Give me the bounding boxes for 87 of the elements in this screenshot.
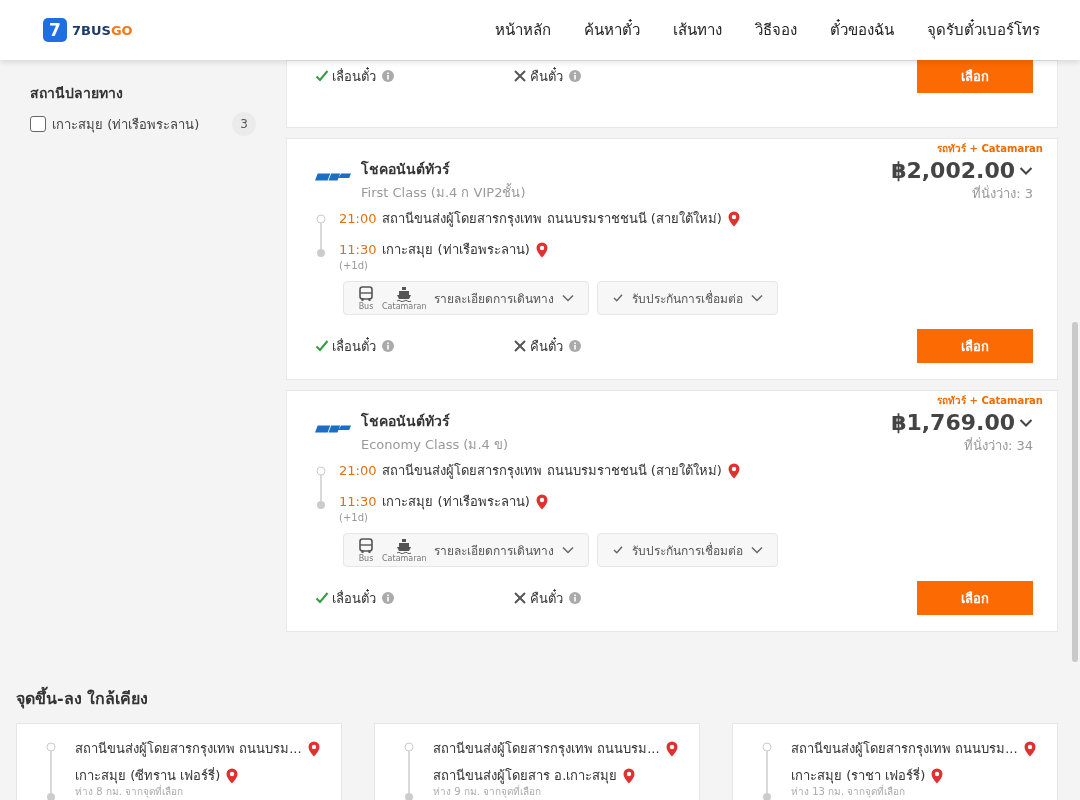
day-offset: (+1d) xyxy=(339,512,369,523)
nav-link[interactable]: ค้นหาตั๋ว xyxy=(584,18,640,42)
map-pin-icon[interactable] xyxy=(623,767,636,784)
route-tag: รถทัวร์ + Catamaran xyxy=(315,141,1043,156)
map-pin-icon[interactable] xyxy=(226,767,239,784)
price: ฿2,002.00 xyxy=(891,158,1015,183)
seats-available: ที่นั่งว่าง: 34 xyxy=(962,436,1033,455)
arrival-station: เกาะสมุย (ท่าเรือพระลาน) xyxy=(382,241,530,260)
connection-guarantee-button[interactable]: รับประกันการเชื่อมต่อ xyxy=(597,533,779,567)
policy-label: เลื่อนตั๋ว xyxy=(332,588,376,608)
chevron-down-icon xyxy=(751,546,764,554)
boat-icon xyxy=(396,537,413,554)
filter-title: สถานีปลายทาง xyxy=(30,84,124,103)
bus-icon xyxy=(358,285,374,302)
map-pin-icon[interactable] xyxy=(727,462,740,479)
boat-icon xyxy=(396,285,413,302)
seat-class: First Class (ม.4 ก VIP2ชั้น) xyxy=(361,182,527,202)
operator-name: โชคอนันต์ทัวร์ xyxy=(361,411,451,431)
timeline-drawing xyxy=(403,742,415,800)
destination-station: เกาะสมุย (ราชา เฟอร์รี่) xyxy=(791,766,926,784)
distance-note: ห่าง 13 กม. จากจุดที่เลือก xyxy=(791,786,907,798)
connection-guarantee-button[interactable]: รับประกันการเชื่อมต่อ xyxy=(597,281,779,315)
seat-class: Economy Class (ม.4 ข) xyxy=(361,436,509,454)
logo-icon[interactable]: 7 xyxy=(43,18,67,42)
policy-label: คืนตั๋ว xyxy=(530,66,563,86)
nav-link[interactable]: หน้าหลัก xyxy=(495,18,551,42)
check-icon xyxy=(612,294,625,302)
map-pin-icon[interactable] xyxy=(931,767,944,784)
mode-label: Bus xyxy=(358,301,374,311)
nav-link[interactable]: วิธีจอง xyxy=(755,18,797,42)
timeline-drawing xyxy=(761,742,773,800)
count-badge: 3 xyxy=(232,112,256,136)
origin-station: สถานีขนส่งผู้โดยสารกรุงเทพ ถนนบรม... xyxy=(75,740,302,759)
policy-label: เลื่อนตั๋ว xyxy=(332,336,376,356)
departure-station: สถานีขนส่งผู้โดยสารกรุงเทพ ถนนบรมราชชนนี (สายใต้ใหม่) xyxy=(382,462,722,481)
policy-label: คืนตั๋ว xyxy=(530,588,563,608)
destination-station: สถานีขนส่งผู้โดยสาร อ.เกาะสมุย xyxy=(433,767,618,785)
arrival-time: 11:30 xyxy=(339,242,377,257)
seats-available: ที่นั่งว่าง: 3 xyxy=(971,184,1033,203)
chevron-down-icon[interactable] xyxy=(1019,417,1033,428)
departure-time: 21:00 xyxy=(339,463,377,478)
origin-station: สถานีขนส่งผู้โดยสารกรุงเทพ ถนนบรม... xyxy=(791,740,1018,759)
timeline-drawing xyxy=(315,466,327,510)
departure-station: สถานีขนส่งผู้โดยสารกรุงเทพ ถนนบรมราชชนนี (สายใต้ใหม่) xyxy=(382,210,722,229)
operator-name: โชคอนันต์ทัวร์ xyxy=(361,159,451,179)
timeline-drawing xyxy=(315,214,327,258)
chevron-down-icon xyxy=(751,294,764,302)
map-pin-icon[interactable] xyxy=(727,210,740,227)
map-pin-icon[interactable] xyxy=(665,740,678,757)
destination-station: เกาะสมุย (ซีทราน เฟอร์รี่) xyxy=(75,766,221,784)
operator-logo-icon xyxy=(315,422,351,436)
chevron-down-icon[interactable] xyxy=(1019,165,1033,176)
map-pin-icon[interactable] xyxy=(307,740,320,757)
distance-note: ห่าง 8 กม. จากจุดที่เลือก xyxy=(75,786,185,798)
checkbox[interactable] xyxy=(30,116,46,132)
departure-time: 21:00 xyxy=(339,211,377,226)
chevron-down-icon xyxy=(562,294,575,302)
route-tag: รถทัวร์ + Catamaran xyxy=(315,393,1043,408)
nav-link[interactable]: ตั๋วของฉัน xyxy=(830,18,894,42)
day-offset: (+1d) xyxy=(339,260,369,271)
chevron-down-icon xyxy=(562,546,575,554)
mode-label: Catamaran xyxy=(382,301,427,311)
arrival-time: 11:30 xyxy=(339,494,377,509)
nearby-card[interactable]: สถานีขนส่งผู้โดยสารกรุงเทพ ถนนบรม... เกาะสมุย (ซีทราน เฟอร์รี่) ห่าง 8 กม. จากจุดที่เลือก xyxy=(16,723,342,800)
section-title: จุดขึ้น-ลง ใกล้เคียง xyxy=(16,686,1058,711)
nav-link[interactable]: เส้นทาง xyxy=(673,18,722,42)
policy-label: เลื่อนตั๋ว xyxy=(332,66,376,86)
origin-station: สถานีขนส่งผู้โดยสารกรุงเทพ ถนนบรม... xyxy=(433,740,660,759)
nearby-card[interactable]: สถานีขนส่งผู้โดยสารกรุงเทพ ถนนบรม... เกาะสมุย (ราชา เฟอร์รี่) ห่าง 13 กม. จากจุดที่เลือก xyxy=(732,723,1058,800)
map-pin-icon[interactable] xyxy=(535,493,548,510)
mode-label: Bus xyxy=(358,553,374,563)
map-pin-icon[interactable] xyxy=(1023,740,1036,757)
logo-text[interactable]: 7BUSGO xyxy=(72,22,133,38)
trip-details-button[interactable]: Bus Catamaran รายละเอียดการเดินทาง xyxy=(343,281,590,315)
nav-link[interactable]: จุดรับตั๋วเบอร์โทร xyxy=(927,18,1040,42)
policy-label: คืนตั๋ว xyxy=(530,336,563,356)
operator-logo-icon xyxy=(315,170,351,184)
nearby-card[interactable]: สถานีขนส่งผู้โดยสารกรุงเทพ ถนนบรม... สถานีขนส่งผู้โดยสาร อ.เกาะสมุย ห่าง 9 กม. จากจุดที่เลือก xyxy=(374,723,700,800)
timeline-drawing xyxy=(45,742,57,800)
price: ฿1,769.00 xyxy=(891,410,1015,435)
check-icon xyxy=(612,546,625,554)
arrival-station: เกาะสมุย (ท่าเรือพระลาน) xyxy=(382,493,530,512)
trip-details-button[interactable]: Bus Catamaran รายละเอียดการเดินทาง xyxy=(343,533,590,567)
mode-label: Catamaran xyxy=(382,553,427,563)
option-label[interactable]: เกาะสมุย (ท่าเรือพระลาน) xyxy=(52,113,226,135)
map-pin-icon[interactable] xyxy=(535,241,548,258)
bus-icon xyxy=(358,537,374,554)
